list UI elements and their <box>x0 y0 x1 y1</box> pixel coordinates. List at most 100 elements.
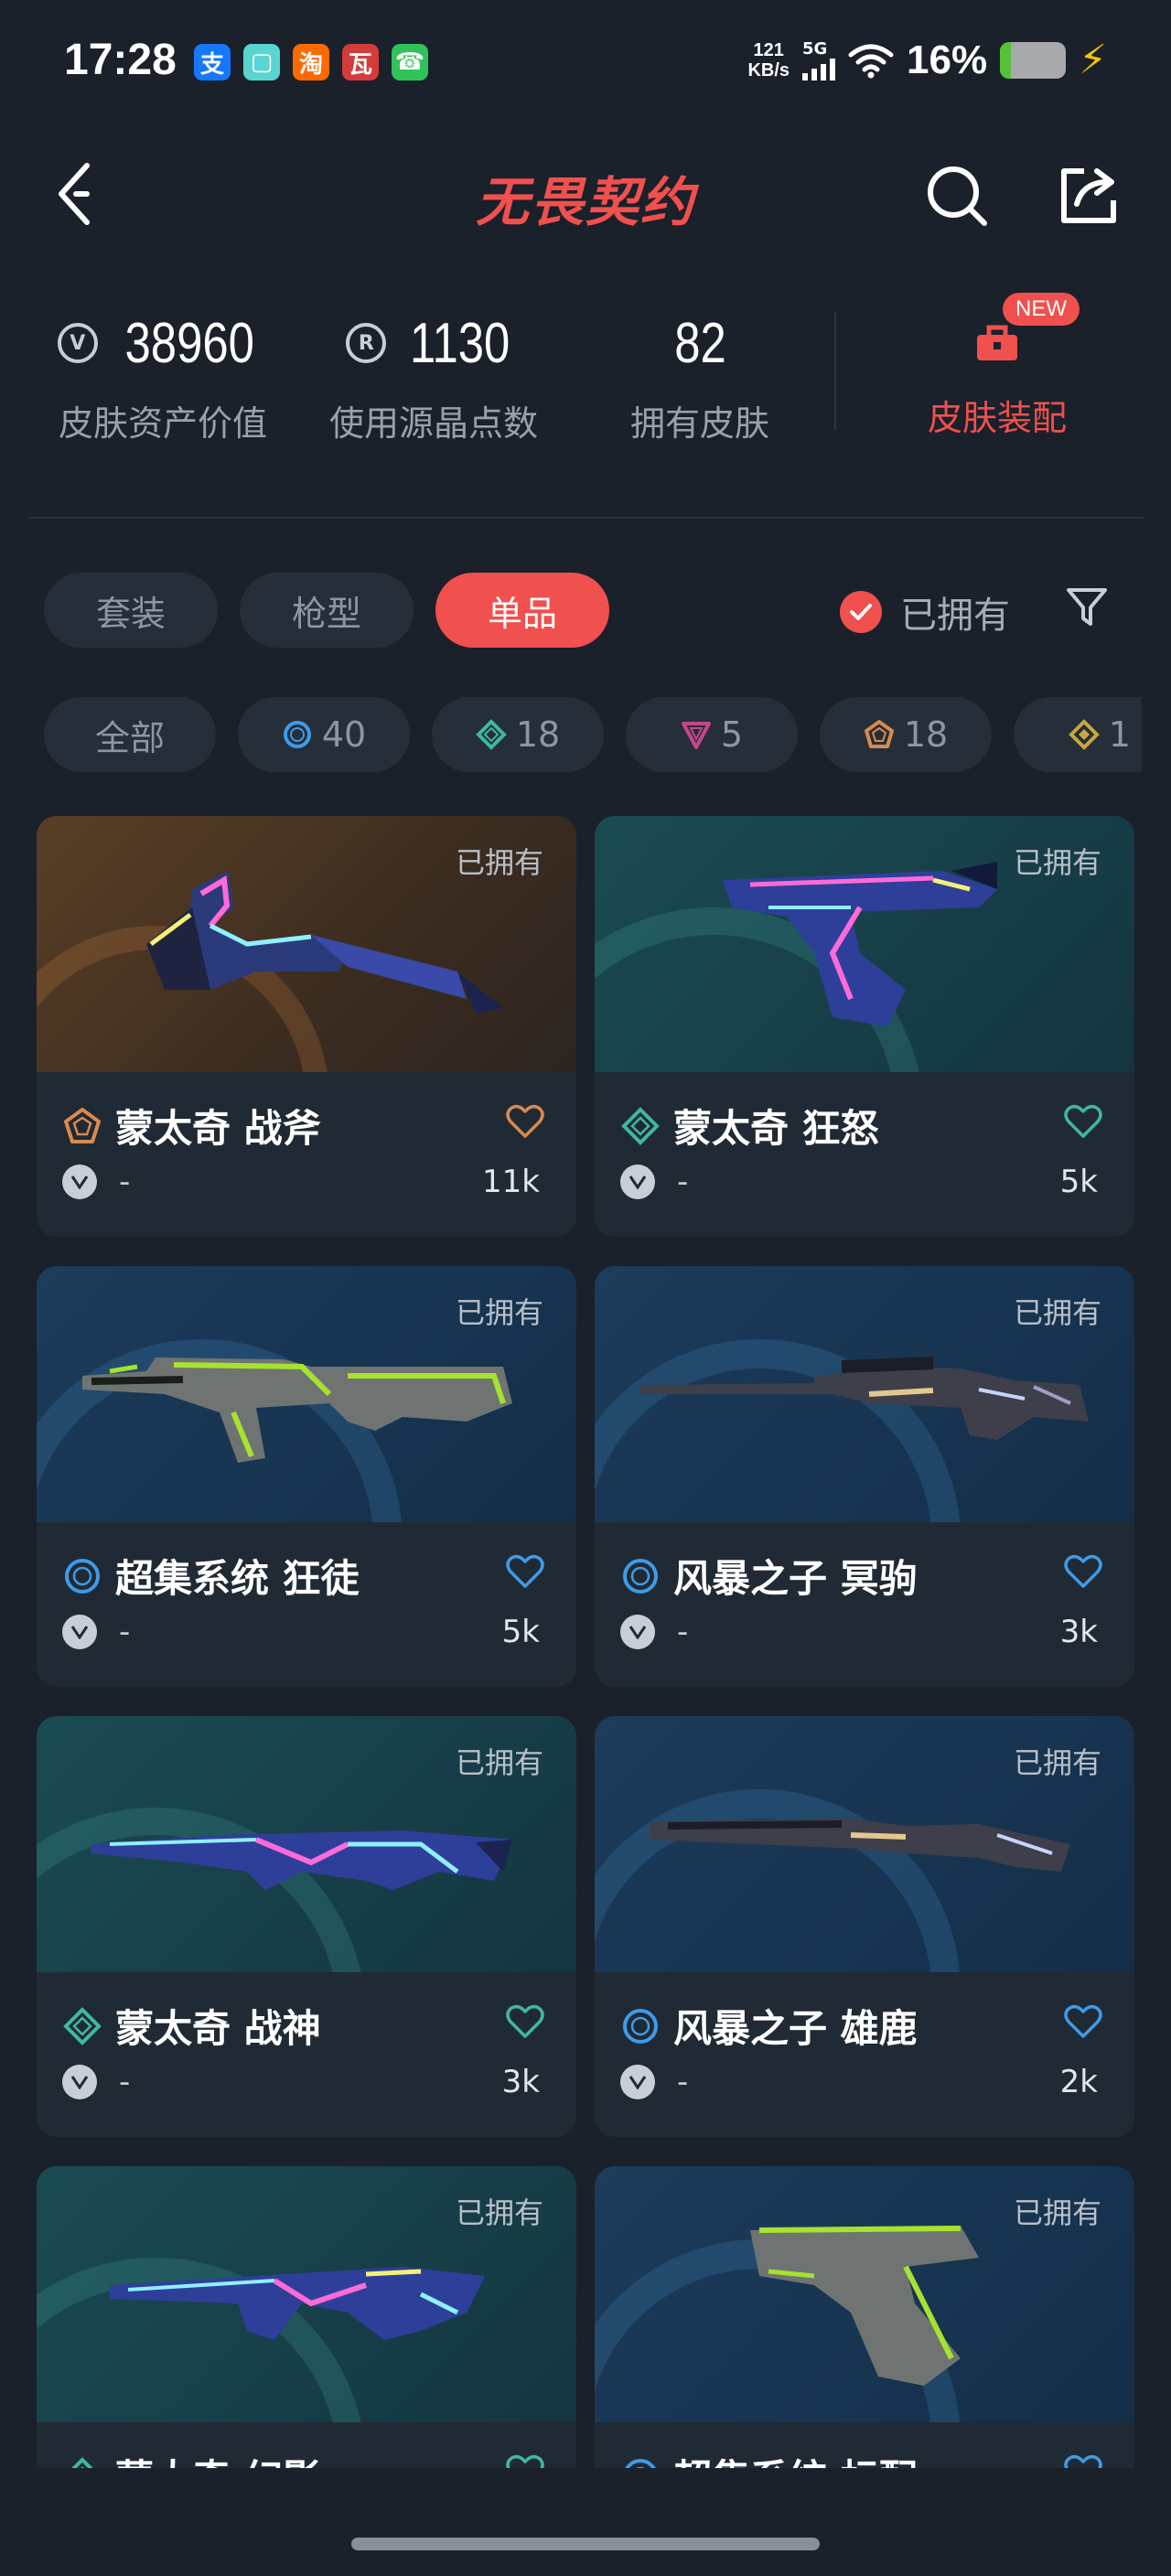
valorant-points-icon <box>620 1615 655 1649</box>
charging-bolt-icon: ⚡ <box>1079 37 1107 83</box>
skin-price: - <box>119 1164 131 1200</box>
owned-tag: 已拥有 <box>1013 1745 1101 1780</box>
heart-icon[interactable] <box>1063 1103 1103 1140</box>
blue-tier-icon <box>623 1558 658 1594</box>
skin-title: 蒙太奇 幻影 <box>115 2448 321 2468</box>
chip-gold-tier[interactable]: 1 <box>1014 697 1142 772</box>
section-divider <box>27 517 1144 519</box>
orange-tier-icon <box>864 720 894 748</box>
filter-funnel-icon <box>1067 588 1107 626</box>
account-stats: V 38960 皮肤资产价值 R 1130 使用源晶点数 82 拥有皮肤 NEW… <box>0 293 1171 467</box>
owned-tag: 已拥有 <box>455 845 543 880</box>
skin-loadout-button[interactable]: NEW 皮肤装配 <box>906 293 1089 440</box>
like-count: 11k <box>482 1164 540 1200</box>
radianite-stat: R 1130 使用源晶点数 <box>317 302 551 445</box>
skin-loadout-label: 皮肤装配 <box>927 398 1067 438</box>
gold-tier-icon <box>1069 719 1100 750</box>
valorant-points-icon <box>62 1615 97 1649</box>
skin-price: - <box>119 1614 131 1650</box>
game-app-icon: 瓦 <box>342 44 379 80</box>
blue-tier-icon <box>625 2458 656 2468</box>
skin-image: 已拥有 <box>37 1716 576 1972</box>
owned-tag: 已拥有 <box>455 1745 543 1780</box>
share-button[interactable] <box>1052 159 1125 232</box>
skin-card[interactable]: 已拥有 风暴之子 雄鹿 - 2k <box>595 1716 1134 2137</box>
chip-green-tier[interactable]: 18 <box>432 697 604 772</box>
like-count: 5k <box>1059 1164 1098 1200</box>
valorant-points-icon <box>62 1165 97 1199</box>
chip-all[interactable]: 全部 <box>44 697 216 772</box>
asset-value: 38960 <box>124 311 254 375</box>
like-count: 3k <box>501 2064 540 2100</box>
battery-icon <box>1000 41 1067 79</box>
chip-gold-count: 1 <box>1108 714 1132 755</box>
signal-bars-icon <box>802 59 836 80</box>
pink-tier-icon <box>681 722 711 749</box>
heart-icon[interactable] <box>1063 1553 1103 1590</box>
wifi-icon <box>848 44 894 78</box>
new-badge: NEW <box>1003 293 1080 326</box>
signal-label: 5G <box>802 39 828 59</box>
home-indicator[interactable] <box>351 2538 820 2550</box>
tab-weapon-type[interactable]: 枪型 <box>240 573 414 648</box>
valorant-points-icon <box>620 1165 655 1199</box>
owned-skins-stat: 82 拥有皮肤 <box>604 302 796 445</box>
chip-pink-tier[interactable]: 5 <box>626 697 798 772</box>
heart-icon[interactable] <box>505 2453 545 2468</box>
radianite-points-icon: R <box>346 323 387 363</box>
chip-orange-count: 18 <box>903 714 949 755</box>
tab-bundles[interactable]: 套装 <box>44 573 218 648</box>
network-speed: 121 KB/s <box>747 40 790 80</box>
skin-image: 已拥有 <box>37 816 576 1072</box>
chip-orange-tier[interactable]: 18 <box>820 697 992 772</box>
skin-card[interactable]: 已拥有 风暴之子 冥驹 - 3k <box>595 1266 1134 1687</box>
skin-card[interactable]: 已拥有 蒙太奇 战神 - 3k <box>37 1716 576 2137</box>
radianite-value: 1130 <box>410 311 510 375</box>
heart-icon[interactable] <box>505 1553 545 1590</box>
notification-icons: 支 ▢ 淘 瓦 ☎ <box>194 44 428 80</box>
chevron-left-icon <box>59 163 90 225</box>
skin-card[interactable]: 已拥有 蒙太奇 战斧 - 11k <box>37 816 576 1237</box>
toolbox-icon <box>977 325 1017 360</box>
skin-image: 已拥有 <box>37 1266 576 1522</box>
owned-filter-toggle[interactable]: 已拥有 <box>840 585 1010 639</box>
green-tier-icon <box>70 2456 94 2468</box>
skin-image: 已拥有 <box>595 1716 1134 1972</box>
status-time: 17:28 <box>64 36 177 84</box>
search-button[interactable] <box>920 159 994 232</box>
heart-icon[interactable] <box>1063 2003 1103 2040</box>
owned-tag: 已拥有 <box>455 1295 543 1330</box>
valorant-points-icon <box>62 2065 97 2099</box>
skin-card[interactable]: 已拥有 蒙太奇 狂怒 - 5k <box>595 816 1134 1237</box>
skin-price: - <box>677 1614 689 1650</box>
heart-icon[interactable] <box>505 2003 545 2040</box>
skin-card[interactable]: 已拥有 超集系统 标配 <box>595 2166 1134 2468</box>
skin-image: 已拥有 <box>595 816 1134 1072</box>
back-button[interactable] <box>42 157 106 231</box>
skin-card[interactable]: 已拥有 蒙太奇 幻影 <box>37 2166 576 2468</box>
orange-tier-icon <box>64 1107 101 1143</box>
search-icon <box>928 166 987 226</box>
heart-icon[interactable] <box>505 1103 545 1140</box>
skin-title: 蒙太奇 战神 <box>115 2006 321 2051</box>
phone-app-icon: ☎ <box>392 44 428 80</box>
category-tabs: 套装 枪型 单品 <box>44 573 609 648</box>
like-count: 5k <box>501 1614 540 1650</box>
stats-divider <box>834 311 836 430</box>
skin-image: 已拥有 <box>37 2166 576 2422</box>
skin-title: 风暴之子 雄鹿 <box>673 2006 918 2051</box>
chip-all-label: 全部 <box>94 717 165 758</box>
owned-tag: 已拥有 <box>455 2195 543 2230</box>
owned-tag: 已拥有 <box>1013 1295 1101 1330</box>
page-title: 无畏契约 <box>475 171 695 233</box>
skin-card[interactable]: 已拥有 超集系统 狂徒 - 5k <box>37 1266 576 1687</box>
owned-tag: 已拥有 <box>1013 845 1101 880</box>
like-count: 3k <box>1059 1614 1098 1650</box>
filter-button[interactable] <box>1061 582 1112 633</box>
app-header: 无畏契约 <box>0 137 1171 247</box>
radianite-label: 使用源晶点数 <box>328 403 538 444</box>
heart-icon[interactable] <box>1063 2453 1103 2468</box>
tab-single-items[interactable]: 单品 <box>435 573 609 648</box>
chip-blue-tier[interactable]: 40 <box>238 697 410 772</box>
network-speed-unit: KB/s <box>747 59 790 80</box>
